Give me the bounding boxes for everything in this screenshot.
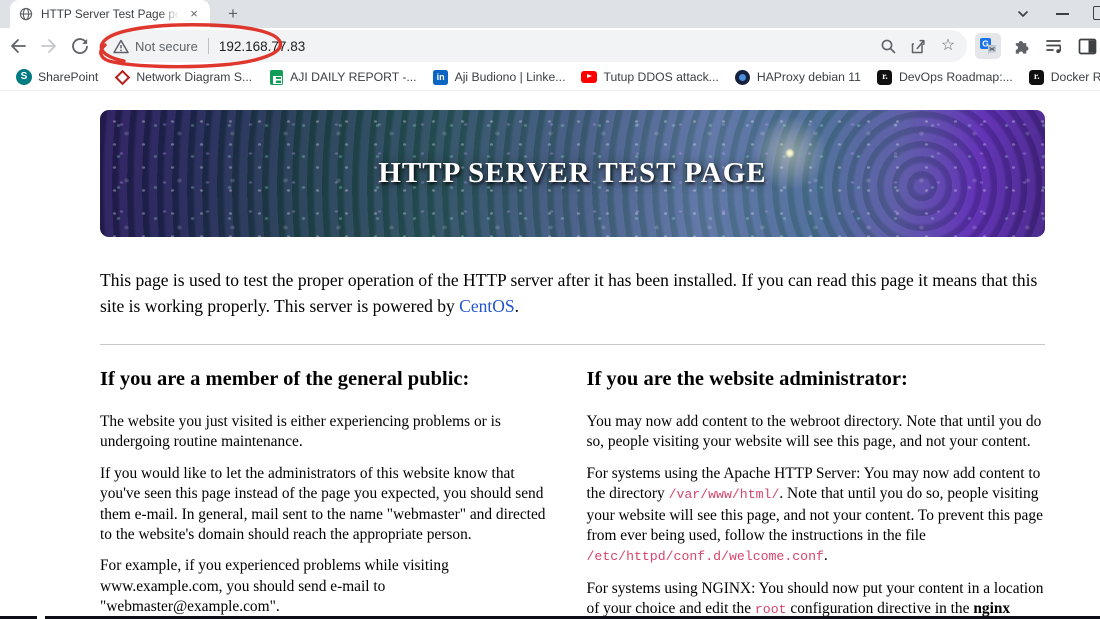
roadmap-favicon-icon: r.: [1029, 69, 1045, 85]
bookmark-haproxy[interactable]: HAProxy debian 11: [729, 66, 867, 88]
public-heading: If you are a member of the general publi…: [100, 368, 470, 390]
bookmark-devops-roadmap[interactable]: r. DevOps Roadmap:...: [871, 66, 1019, 88]
public-paragraph-1: The website you just visited is either e…: [100, 413, 501, 451]
tab-close-icon[interactable]: ×: [186, 6, 202, 22]
bookmark-aji-daily-report[interactable]: AJI DAILY REPORT -...: [262, 66, 422, 88]
admin-paragraph-2: For systems using the Apache HTTP Server…: [586, 464, 1043, 565]
two-column-section: If you are a member of the general publi…: [100, 368, 1045, 619]
minimize-button[interactable]: [1056, 13, 1069, 15]
address-bar[interactable]: Not secure 192.168.77.83 ☆: [101, 30, 967, 62]
bookmark-docker-roadmap[interactable]: r. Docker Roadmap -...: [1023, 66, 1100, 88]
browser-tab[interactable]: HTTP Server Test Page powered ×: [10, 0, 210, 28]
webroot-path-code: /var/www/html/: [668, 487, 780, 503]
page-title: HTTP SERVER TEST PAGE: [378, 157, 767, 189]
extensions-puzzle-icon[interactable]: [1008, 33, 1034, 59]
test-page-banner: HTTP SERVER TEST PAGE: [100, 110, 1045, 237]
browser-window: HTTP Server Test Page powered × + Not se…: [0, 0, 1100, 619]
extensions-area: G: [975, 33, 1100, 59]
admin-heading: If you are the website administrator:: [586, 368, 908, 390]
intro-paragraph: This page is used to test the proper ope…: [100, 270, 1038, 316]
haproxy-favicon-icon: [735, 69, 751, 85]
forward-button[interactable]: [36, 33, 62, 59]
public-paragraph-3: For example, if you experienced problems…: [100, 557, 449, 616]
network-diagram-favicon-icon: [114, 69, 131, 85]
bookmark-youtube-ddos[interactable]: Tutup DDOS attack...: [575, 66, 724, 88]
nginx-bold: nginx: [973, 600, 1011, 618]
roadmap-favicon-icon: r.: [877, 69, 893, 85]
search-icon[interactable]: [875, 33, 901, 59]
youtube-favicon-icon: [581, 69, 598, 85]
google-sheets-favicon-icon: [268, 69, 284, 85]
tab-title: HTTP Server Test Page powered: [41, 7, 179, 21]
public-column: If you are a member of the general publi…: [100, 368, 559, 619]
share-icon[interactable]: [905, 33, 931, 59]
playlist-extension-icon[interactable]: [1041, 33, 1067, 59]
bookmark-network-diagram[interactable]: Network Diagram S...: [108, 66, 258, 88]
admin-paragraph-3: For systems using NGINX: You should now …: [586, 579, 1044, 618]
new-tab-button[interactable]: +: [222, 3, 244, 25]
page-content: HTTP SERVER TEST PAGE This page is used …: [0, 92, 1100, 619]
bookmark-sharepoint[interactable]: S SharePoint: [10, 66, 104, 88]
browser-toolbar: Not secure 192.168.77.83 ☆ G: [0, 28, 1100, 64]
security-status-label: Not secure: [135, 38, 198, 54]
root-directive-code: root: [754, 602, 787, 618]
side-panel-icon[interactable]: [1074, 33, 1100, 59]
linkedin-favicon-icon: in: [433, 69, 449, 85]
bookmarks-bar: S SharePoint Network Diagram S... AJI DA…: [0, 64, 1100, 91]
centos-link[interactable]: CentOS: [459, 296, 514, 316]
sharepoint-favicon-icon: S: [16, 69, 32, 85]
bookmark-star-icon[interactable]: ☆: [935, 33, 961, 59]
back-button[interactable]: [5, 33, 31, 59]
public-paragraph-2: If you would like to let the administrat…: [100, 464, 546, 544]
reload-button[interactable]: [67, 33, 93, 59]
url-text[interactable]: 192.168.77.83: [219, 39, 871, 54]
globe-favicon-icon: [18, 6, 34, 22]
bookmark-linkedin[interactable]: in Aji Budiono | Linke...: [427, 66, 572, 88]
tab-search-chevron-icon[interactable]: [1014, 6, 1032, 22]
translate-extension-icon[interactable]: G: [975, 33, 1001, 59]
maximize-button[interactable]: [1093, 6, 1100, 20]
omnibox-divider: [207, 38, 209, 54]
welcome-conf-path-code: /etc/httpd/conf.d/welcome.conf: [586, 549, 824, 565]
admin-column: If you are the website administrator: Yo…: [587, 368, 1046, 619]
tab-strip: HTTP Server Test Page powered × +: [0, 0, 1100, 28]
admin-paragraph-1: You may now add content to the webroot d…: [586, 413, 1042, 451]
divider: [100, 344, 1045, 345]
not-secure-warning-icon[interactable]: [113, 39, 129, 54]
